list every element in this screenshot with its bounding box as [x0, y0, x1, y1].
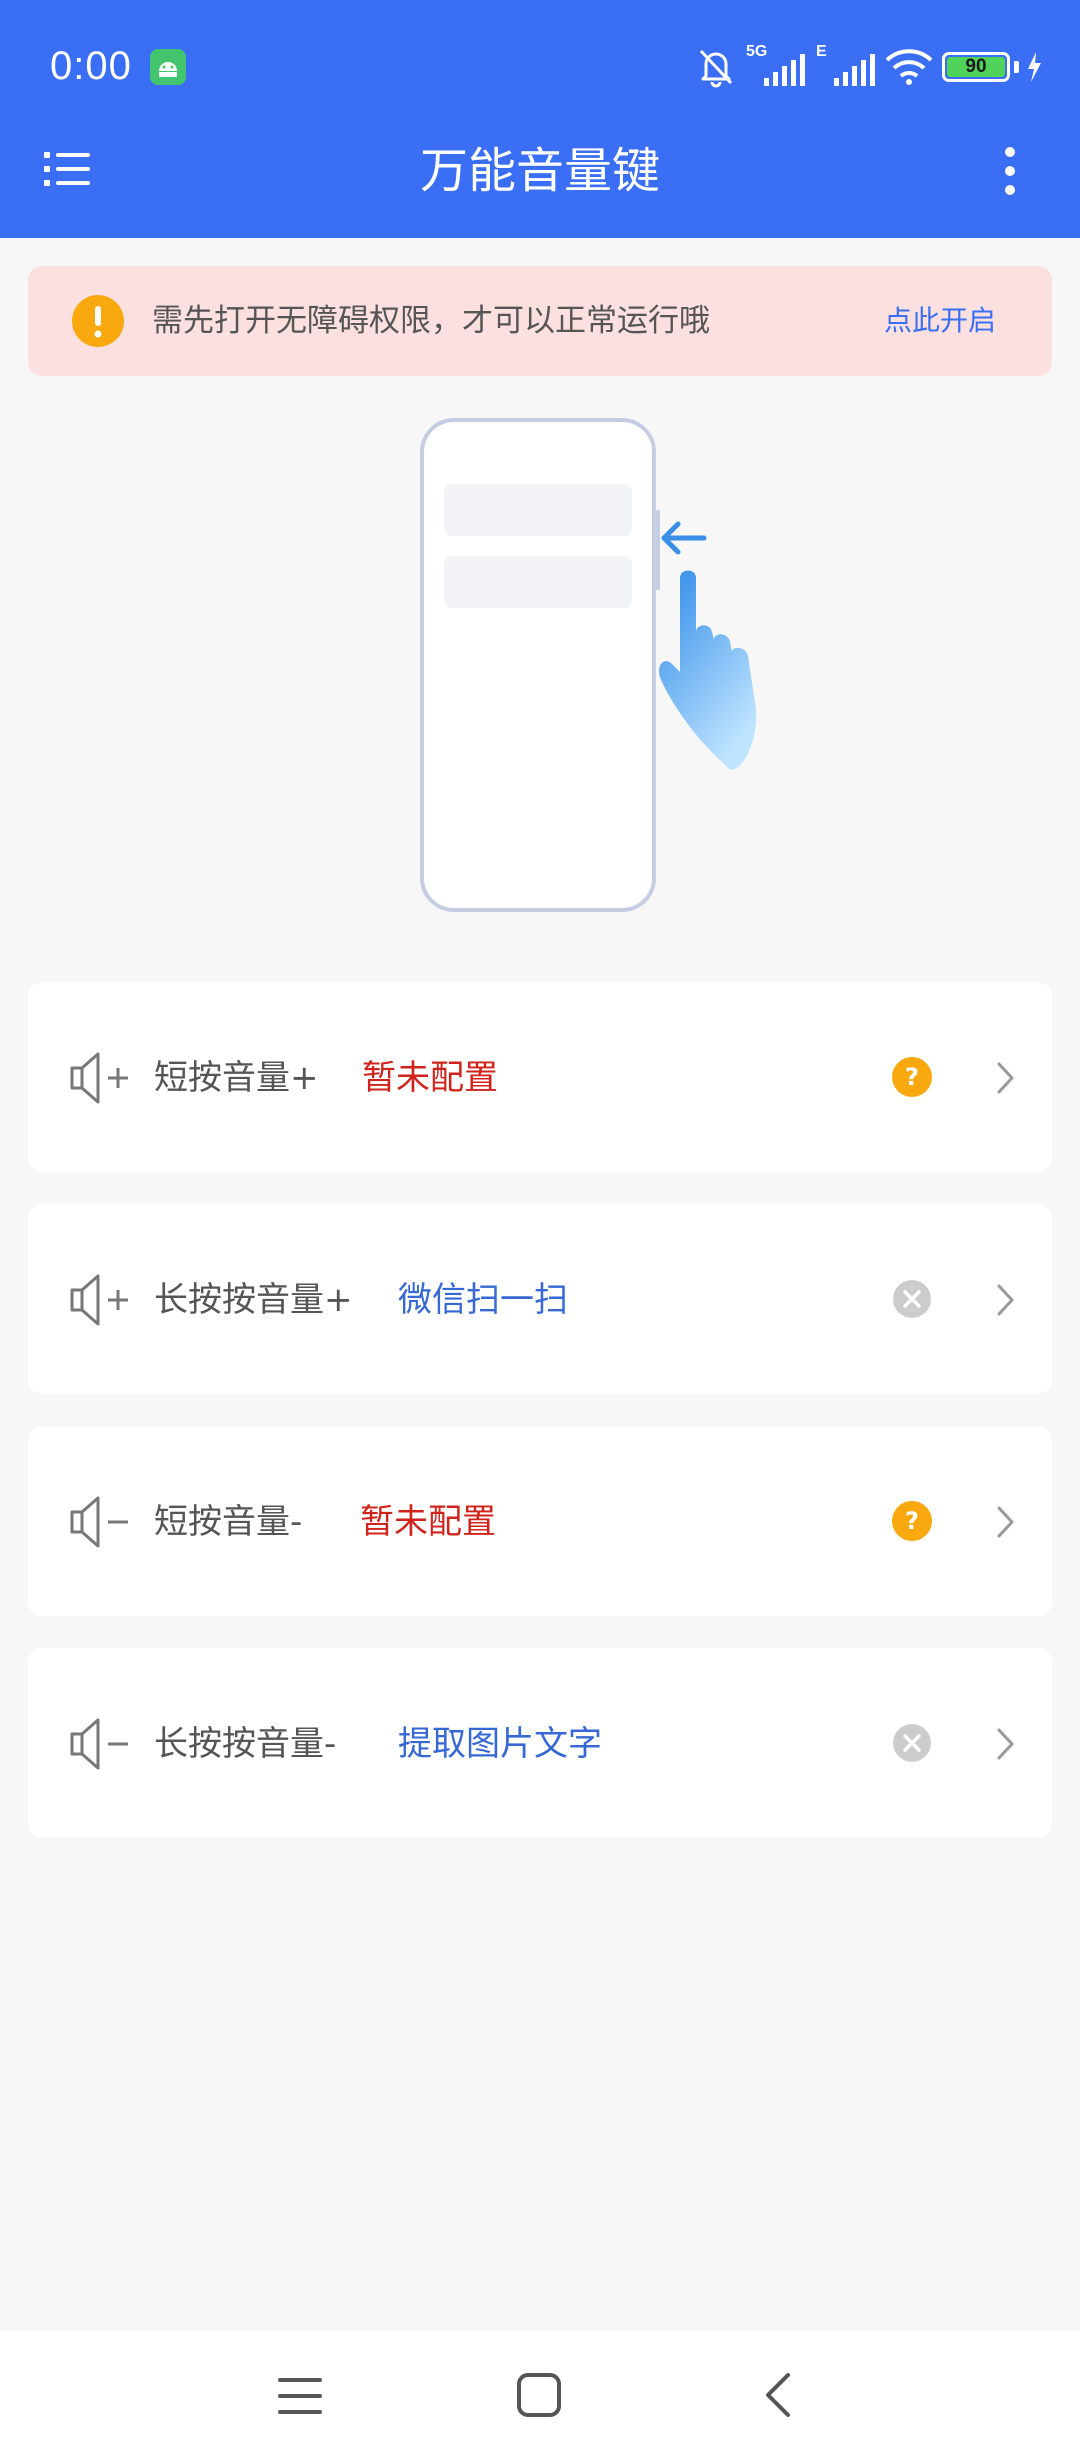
bell-muted-icon — [699, 49, 733, 88]
card-value: 暂未配置 — [360, 1502, 496, 1542]
card-label: 长按按音量- — [154, 1724, 337, 1764]
question-icon[interactable]: ? — [892, 1501, 932, 1541]
chevron-right-icon — [997, 1284, 1014, 1316]
more-vertical-icon[interactable] — [990, 142, 1030, 200]
svg-text:5G: 5G — [746, 43, 767, 60]
chevron-right-icon — [997, 1728, 1014, 1760]
status-bar: 0:00 5G E 90 — [0, 0, 1080, 136]
question-icon[interactable]: ? — [892, 1057, 932, 1097]
volume-up-icon — [70, 1052, 128, 1104]
app-header: 0:00 5G E 90 万能音量键 — [0, 0, 1080, 238]
svg-text:?: ? — [905, 1063, 919, 1091]
system-navigation-bar — [0, 2330, 1080, 2460]
chevron-right-icon — [997, 1506, 1014, 1538]
card-value: 提取图片文字 — [398, 1724, 602, 1764]
charging-icon — [1028, 52, 1041, 82]
card-value: 微信扫一扫 — [398, 1280, 568, 1320]
wifi-icon — [885, 49, 933, 85]
card-label: 长按按音量+ — [154, 1280, 353, 1320]
volume-down-icon — [70, 1496, 128, 1548]
card-label: 短按音量+ — [154, 1058, 319, 1098]
clear-icon[interactable] — [892, 1279, 932, 1319]
android-notification-icon — [150, 49, 186, 85]
accessibility-notice: 需先打开无障碍权限，才可以正常运行哦 点此开启 — [28, 266, 1052, 376]
volume-up-icon — [70, 1274, 128, 1326]
svg-text:E: E — [816, 43, 827, 60]
home-icon[interactable] — [514, 2370, 564, 2420]
battery-level: 90 — [947, 57, 1005, 77]
back-icon[interactable] — [758, 2370, 798, 2420]
phone-side-button-illustration — [420, 418, 757, 912]
warning-icon — [72, 295, 124, 347]
card-value: 暂未配置 — [362, 1058, 498, 1098]
clear-icon[interactable] — [892, 1723, 932, 1763]
battery-cap — [1014, 61, 1019, 73]
short-press-volume-up-card[interactable]: 短按音量+ 暂未配置 ? — [28, 982, 1052, 1172]
volume-down-icon — [70, 1718, 128, 1770]
page-title: 万能音量键 — [419, 143, 660, 199]
long-press-volume-down-card[interactable]: 长按按音量- 提取图片文字 — [28, 1648, 1052, 1838]
short-press-volume-down-card[interactable]: 短按音量- 暂未配置 ? — [28, 1426, 1052, 1616]
chevron-right-icon — [997, 1062, 1014, 1094]
status-time: 0:00 — [50, 44, 132, 88]
card-label: 短按音量- — [154, 1502, 303, 1542]
recents-icon[interactable] — [276, 2374, 324, 2418]
svg-text:?: ? — [905, 1507, 919, 1535]
enable-permission-link[interactable]: 点此开启 — [884, 296, 996, 346]
battery-indicator: 90 — [942, 52, 1010, 82]
notice-text: 需先打开无障碍权限，才可以正常运行哦 — [152, 303, 710, 339]
long-press-volume-up-card[interactable]: 长按按音量+ 微信扫一扫 — [28, 1204, 1052, 1394]
signal-e-icon: E — [816, 43, 875, 86]
signal-5g-icon: 5G — [746, 43, 805, 86]
